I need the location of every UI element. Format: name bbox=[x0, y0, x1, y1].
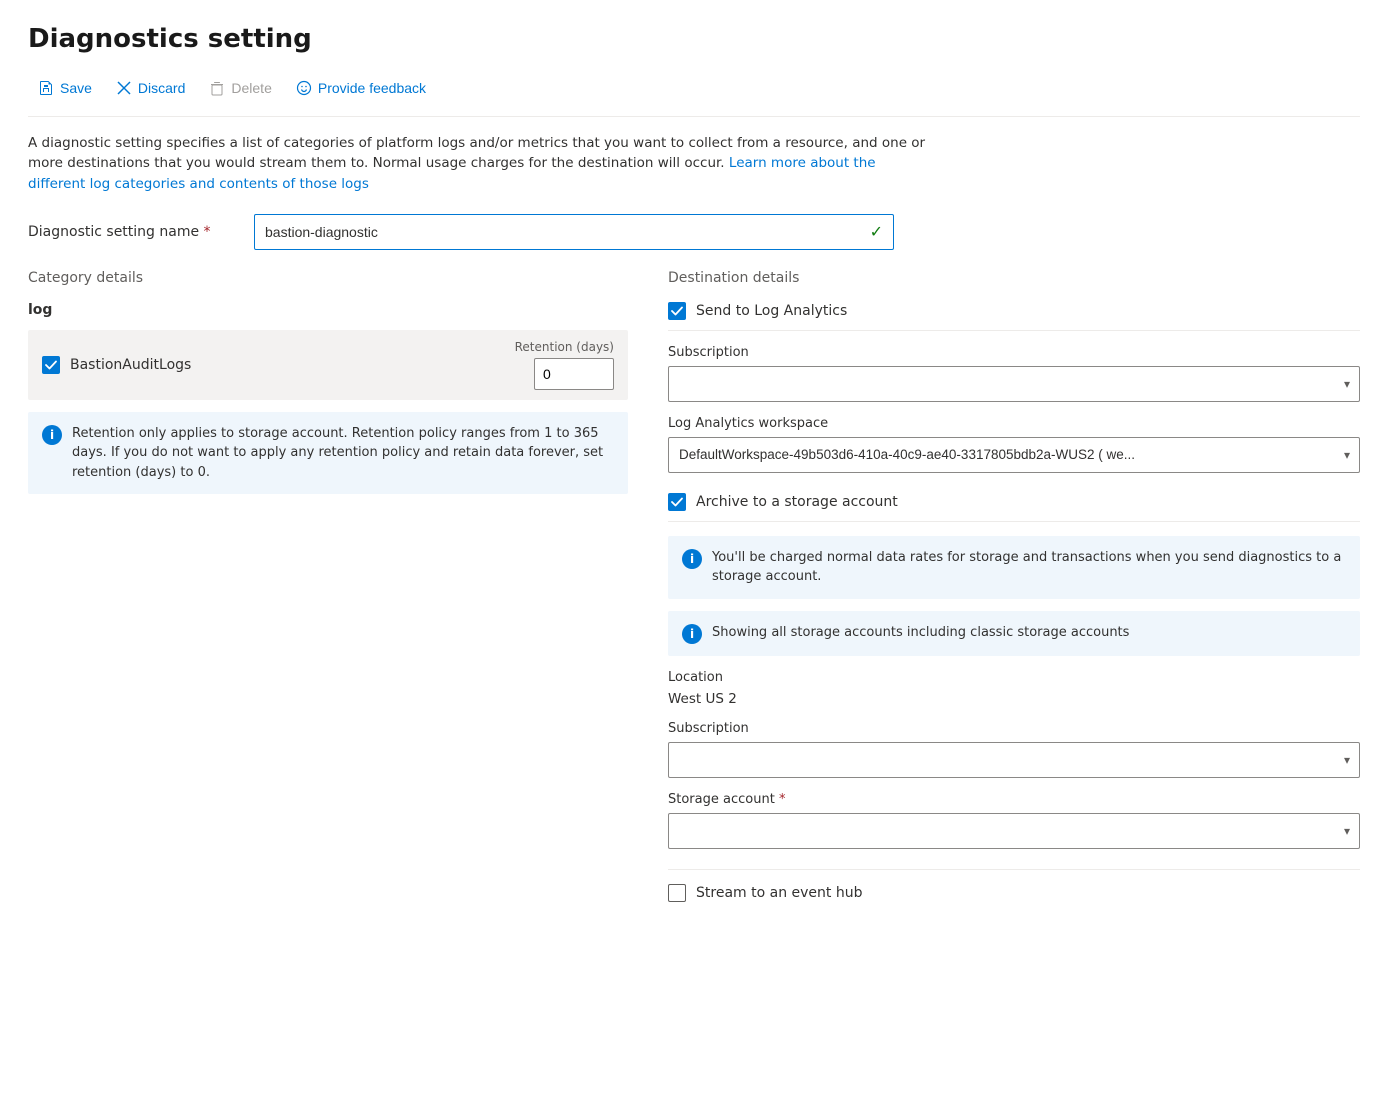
storage-account-select[interactable] bbox=[668, 813, 1360, 849]
workspace-select[interactable]: DefaultWorkspace-49b503d6-410a-40c9-ae40… bbox=[668, 437, 1360, 473]
discard-label: Discard bbox=[138, 80, 185, 96]
log-analytics-label: Send to Log Analytics bbox=[696, 303, 847, 319]
log-analytics-subscription-field: Subscription ▾ bbox=[668, 345, 1360, 402]
valid-checkmark: ✓ bbox=[870, 222, 883, 241]
main-content: Category details log BastionAuditLogs Re… bbox=[28, 270, 1360, 902]
storage-account-header: Archive to a storage account bbox=[668, 493, 1360, 522]
discard-icon bbox=[116, 80, 132, 96]
discard-button[interactable]: Discard bbox=[106, 74, 195, 102]
setting-name-row: Diagnostic setting name * ✓ bbox=[28, 214, 1360, 250]
bastion-audit-logs-checkbox[interactable] bbox=[42, 356, 60, 374]
setting-name-label: Diagnostic setting name * bbox=[28, 224, 238, 240]
retention-info-text: Retention only applies to storage accoun… bbox=[72, 424, 614, 483]
category-section-label: Category details bbox=[28, 270, 628, 286]
log-analytics-subscription-label: Subscription bbox=[668, 345, 1360, 360]
delete-icon bbox=[209, 80, 225, 96]
destination-details-column: Destination details Send to Log Analytic… bbox=[668, 270, 1360, 902]
storage-account-field: Storage account * ▾ bbox=[668, 792, 1360, 849]
setting-name-input-wrapper: ✓ bbox=[254, 214, 894, 250]
workspace-select-wrapper: DefaultWorkspace-49b503d6-410a-40c9-ae40… bbox=[668, 437, 1360, 473]
storage-subscription-select[interactable] bbox=[668, 742, 1360, 778]
storage-subscription-wrapper: ▾ bbox=[668, 742, 1360, 778]
feedback-button[interactable]: Provide feedback bbox=[286, 74, 436, 102]
log-analytics-workspace-field: Log Analytics workspace DefaultWorkspace… bbox=[668, 416, 1360, 473]
delete-label: Delete bbox=[231, 80, 271, 96]
storage-charge-info: i You'll be charged normal data rates fo… bbox=[668, 536, 1360, 599]
log-analytics-subscription-select[interactable] bbox=[668, 366, 1360, 402]
log-analytics-section: Send to Log Analytics Subscription ▾ Log… bbox=[668, 302, 1360, 473]
log-analytics-checkbox[interactable] bbox=[668, 302, 686, 320]
setting-name-input[interactable] bbox=[265, 224, 821, 240]
event-hub-label: Stream to an event hub bbox=[696, 885, 862, 901]
feedback-label: Provide feedback bbox=[318, 80, 426, 96]
storage-info-icon-1: i bbox=[682, 549, 702, 569]
required-marker: * bbox=[204, 224, 211, 240]
save-button[interactable]: Save bbox=[28, 74, 102, 102]
storage-location-field: Location West US 2 bbox=[668, 670, 1360, 707]
storage-account-label: Archive to a storage account bbox=[696, 494, 898, 510]
retention-label: Retention (days) bbox=[515, 340, 614, 354]
storage-account-checkbox[interactable] bbox=[668, 493, 686, 511]
destination-section-label: Destination details bbox=[668, 270, 1360, 286]
log-item-left: BastionAuditLogs bbox=[42, 356, 191, 374]
bastion-audit-logs-label: BastionAuditLogs bbox=[70, 357, 191, 373]
storage-account-section: Archive to a storage account i You'll be… bbox=[668, 493, 1360, 849]
category-details-column: Category details log BastionAuditLogs Re… bbox=[28, 270, 628, 495]
storage-account-name-label: Storage account * bbox=[668, 792, 1360, 807]
info-icon: i bbox=[42, 425, 62, 445]
storage-location-label: Location bbox=[668, 670, 1360, 685]
save-label: Save bbox=[60, 80, 92, 96]
log-analytics-subscription-wrapper: ▾ bbox=[668, 366, 1360, 402]
event-hub-row: Stream to an event hub bbox=[668, 869, 1360, 902]
retention-group: Retention (days) bbox=[515, 340, 614, 390]
toolbar: Save Discard Delete Provide feedback bbox=[28, 74, 1360, 117]
workspace-label: Log Analytics workspace bbox=[668, 416, 1360, 431]
storage-subscription-label: Subscription bbox=[668, 721, 1360, 736]
retention-info-box: i Retention only applies to storage acco… bbox=[28, 412, 628, 495]
storage-info-icon-2: i bbox=[682, 624, 702, 644]
feedback-icon bbox=[296, 80, 312, 96]
storage-classic-info: i Showing all storage accounts including… bbox=[668, 611, 1360, 656]
storage-location-value: West US 2 bbox=[668, 691, 1360, 707]
storage-required-star: * bbox=[779, 792, 786, 807]
storage-account-select-wrapper: ▾ bbox=[668, 813, 1360, 849]
retention-input[interactable] bbox=[534, 358, 614, 390]
log-analytics-header: Send to Log Analytics bbox=[668, 302, 1360, 331]
log-item-row: BastionAuditLogs Retention (days) bbox=[28, 330, 628, 400]
description: A diagnostic setting specifies a list of… bbox=[28, 133, 928, 194]
storage-info-text-2: Showing all storage accounts including c… bbox=[712, 623, 1129, 644]
save-icon bbox=[38, 80, 54, 96]
log-section-title: log bbox=[28, 302, 628, 318]
storage-info-text-1: You'll be charged normal data rates for … bbox=[712, 548, 1346, 587]
event-hub-checkbox[interactable] bbox=[668, 884, 686, 902]
page-title: Diagnostics setting bbox=[28, 24, 1360, 54]
storage-subscription-field: Subscription ▾ bbox=[668, 721, 1360, 778]
delete-button[interactable]: Delete bbox=[199, 74, 281, 102]
